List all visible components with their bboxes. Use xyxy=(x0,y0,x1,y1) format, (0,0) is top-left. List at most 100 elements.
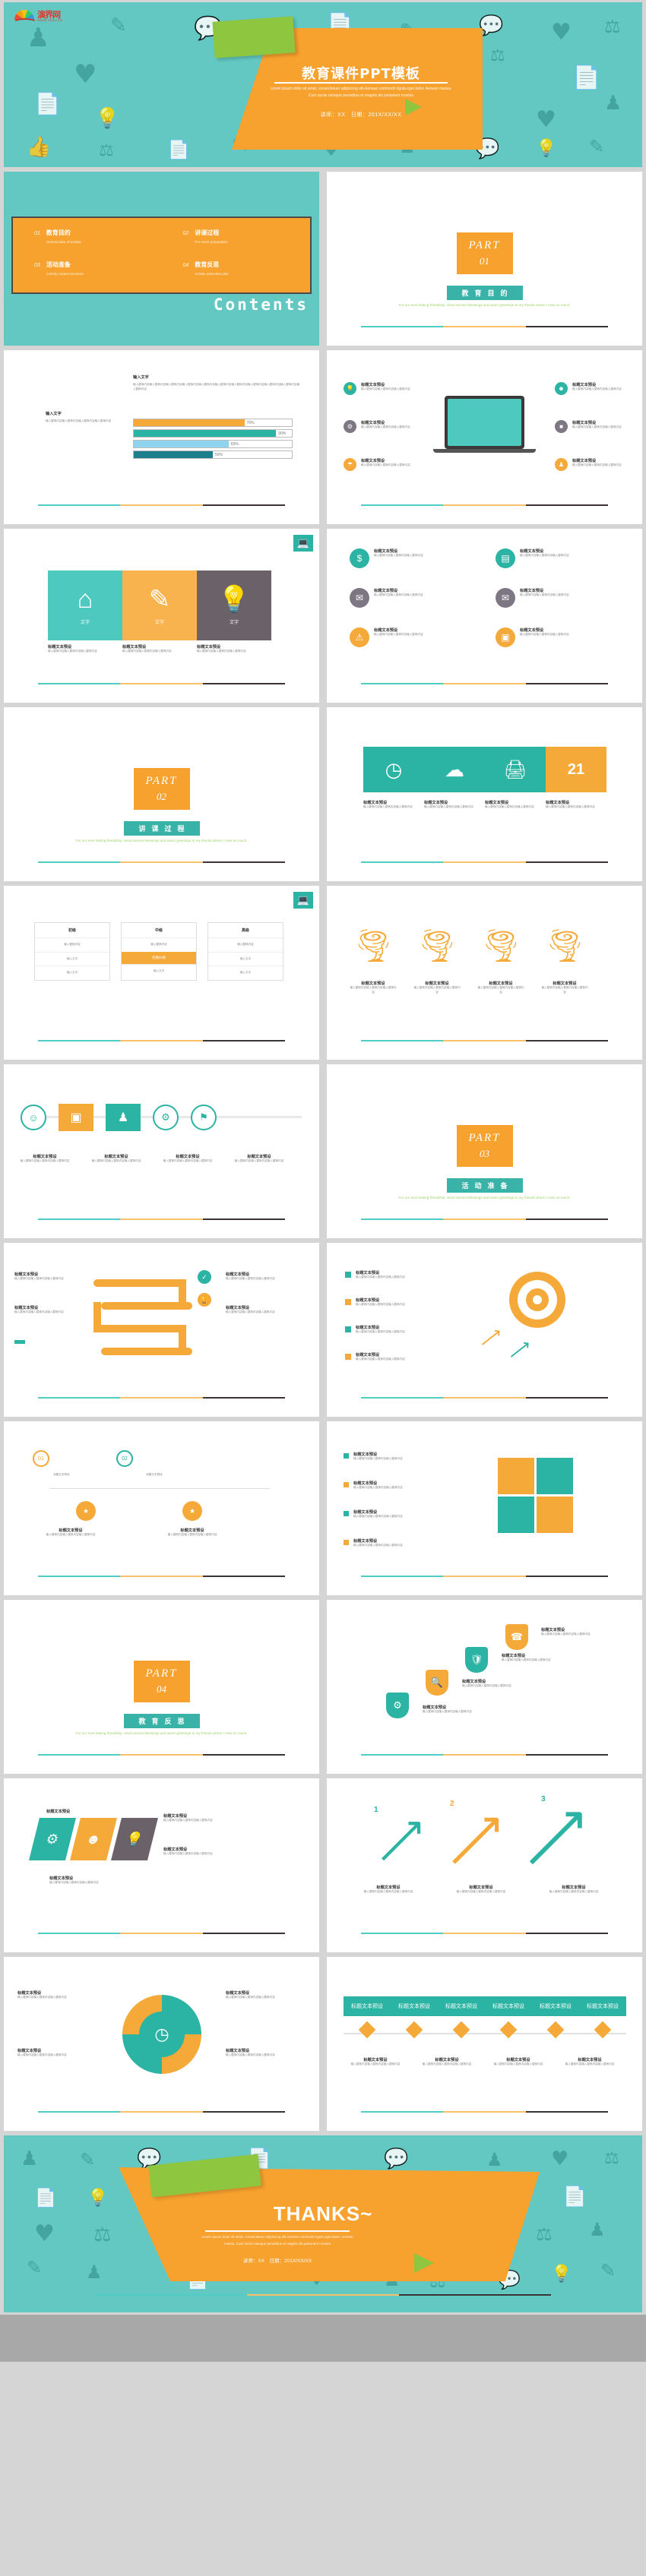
diamond-node[interactable] xyxy=(452,2021,470,2039)
pricing-column[interactable]: 中级 输入替换内容 优惠价格 输入文字 xyxy=(121,922,197,981)
arrow-up-icon-3[interactable]: ⟶ xyxy=(506,1788,604,1886)
diamond-node[interactable] xyxy=(594,2021,612,2039)
slide-pricing-table[interactable]: 💻 初级 输入替换内容 输入文字 输入文字 中级 输入替换内容 优惠价格 输入文… xyxy=(4,886,319,1060)
pricing-column[interactable]: 初级 输入替换内容 输入文字 输入文字 xyxy=(34,922,110,981)
process-node-1[interactable]: ☺ xyxy=(21,1105,46,1130)
slide-arrows[interactable]: ⟶ ⟶ ⟶ 1 2 3 标题文本预设 输入替换内容输入替换内容输入替换内容 标题… xyxy=(327,1778,642,1952)
printer-icon[interactable]: 🖨 xyxy=(485,747,546,792)
slide-ribbon[interactable]: 标题文本预设 标题文本预设 标题文本预设 标题文本预设 标题文本预设 标题文本预… xyxy=(327,1957,642,2131)
slide-roadmap[interactable]: ✓ 🏆 标题文本预设 输入替换内容输入替换内容输入替换内容 标题文本预设 输入替… xyxy=(4,1243,319,1417)
ribbon-caption-4: 标题文本预设 输入替换内容输入替换内容输入替换内容 xyxy=(558,2057,622,2067)
arrow-up-icon-1[interactable]: ⟶ xyxy=(365,1804,437,1876)
target-item-2[interactable]: 标题文本预设 输入替换内容输入替换内容输入替换内容 xyxy=(345,1297,429,1307)
slide-timeline[interactable]: 01 02 ★ ★ 标题文本预设 标题文本预设 标题文本预设 输入替换内容输入替… xyxy=(4,1421,319,1595)
phone-icon[interactable]: ☎ xyxy=(505,1624,528,1650)
grid-item-2[interactable]: ▤ 标题文本预设 输入替换内容输入替换内容输入替换内容 xyxy=(496,548,632,568)
diamond-node[interactable] xyxy=(405,2021,423,2039)
slide-contents[interactable]: 01 教育目的 General idea of activity 02 讲课过程… xyxy=(4,172,319,346)
slide-part-04[interactable]: PART 04 教育反思 For our ever-lasting friend… xyxy=(4,1600,319,1774)
puzzle-item-3[interactable]: 标题文本预设 输入替换内容输入替换内容输入替换内容 xyxy=(344,1509,450,1519)
slide-part-01[interactable]: PART 01 教育目的 For our ever-lasting friend… xyxy=(327,172,642,346)
laptop-item-4[interactable]: ☻ 标题文本预设 输入替换内容输入替换内容输入替换内容 xyxy=(555,382,627,395)
diamond-node[interactable] xyxy=(499,2021,518,2039)
laptop-item-1[interactable]: 💡 标题文本预设 输入替换内容输入替换内容输入替换内容 xyxy=(344,382,416,395)
slide-part-03[interactable]: PART 03 活动准备 For our ever-lasting friend… xyxy=(327,1064,642,1238)
timeline-node-02[interactable]: 02 xyxy=(116,1450,133,1467)
slide-donut[interactable]: ◷ 标题文本预设 输入替换内容输入替换内容输入替换内容 标题文本预设 输入替换内… xyxy=(4,1957,319,2131)
laptop-item-5[interactable]: ■ 标题文本预设 输入替换内容输入替换内容输入替换内容 xyxy=(555,420,627,433)
contents-item-01[interactable]: 01 教育目的 General idea of activity xyxy=(13,229,162,261)
slide-tool-row[interactable]: ◷ ☁ 🖨 21 标题文本预设 输入替换内容输入替换内容输入替换内容 标题文本预… xyxy=(327,707,642,881)
slide-target[interactable]: ⟶ ⟶ 标题文本预设 输入替换内容输入替换内容输入替换内容 标题文本预设 输入替… xyxy=(327,1243,642,1417)
puzzle-piece[interactable] xyxy=(498,1497,534,1533)
slide-snails[interactable]: 🌪 🌪 🌪 🌪 标题文本预设 输入替换内容输入替换内容输入替换内容 标题文本预设… xyxy=(327,886,642,1060)
grid-item-5[interactable]: ⚠ 标题文本预设 输入替换内容输入替换内容输入替换内容 xyxy=(350,627,486,647)
bulb-icon[interactable]: 💡 xyxy=(111,1818,158,1860)
slide-cover[interactable]: ♟ ✎ 💬 ⚖ 📄 ✎ 💬 ♥ ⚖ ♥ 📄 💡 📄 ♥ ♟ 👍 ⚖ 📄 ✎ ♥ … xyxy=(4,2,642,167)
snail-icon[interactable]: 🌪 xyxy=(541,928,588,969)
slide-shields[interactable]: ☎ 🛡 🔍 ⚙ 标题文本预设 输入替换内容输入替换内容输入替换内容 标题文本预设… xyxy=(327,1600,642,1774)
laptop-item-2[interactable]: ⚙ 标题文本预设 输入替换内容输入替换内容输入替换内容 xyxy=(344,420,416,433)
grid-item-3[interactable]: ✉ 标题文本预设 输入替换内容输入替换内容输入替换内容 xyxy=(350,588,486,608)
clock-icon[interactable]: ◷ xyxy=(363,747,424,792)
grid-item-4[interactable]: ✉ 标题文本预设 输入替换内容输入替换内容输入替换内容 xyxy=(496,588,632,608)
puzzle-piece[interactable] xyxy=(537,1497,573,1533)
shield-icon[interactable]: 🛡 xyxy=(465,1647,488,1673)
slide-process-chain[interactable]: ☺ ▣ ♟ ⚙ ⚑ 标题文本预设 输入替换内容输入替换内容输入替换内容 标题文本… xyxy=(4,1064,319,1238)
laptop-item-3[interactable]: ☂ 标题文本预设 输入替换内容输入替换内容输入替换内容 xyxy=(344,458,416,471)
snail-icon[interactable]: 🌪 xyxy=(477,928,524,969)
process-node-4[interactable]: ⚙ xyxy=(153,1105,179,1130)
caption-title: 标题文本预设 xyxy=(33,1155,57,1159)
trophy-icon[interactable]: 🏆 xyxy=(198,1293,211,1307)
part-badge: PART 01 xyxy=(456,232,513,274)
slide-progress-bars[interactable]: 输入文字 输入替换内容输入替换内容输入替换内容输入替换内容输入替换内容输入替换内… xyxy=(4,350,319,524)
timeline-node-03[interactable]: ★ xyxy=(76,1501,96,1521)
puzzle-item-4[interactable]: 标题文本预设 输入替换内容输入替换内容输入替换内容 xyxy=(344,1538,450,1548)
grid-item-1[interactable]: $ 标题文本预设 输入替换内容输入替换内容输入替换内容 xyxy=(350,548,486,568)
tile-home[interactable]: ⌂ 文字 xyxy=(48,571,122,640)
slide-icon-grid[interactable]: $ 标题文本预设 输入替换内容输入替换内容输入替换内容 ▤ 标题文本预设 输入替… xyxy=(327,529,642,703)
calendar-icon[interactable]: 21 xyxy=(546,747,606,792)
process-node-2[interactable]: ▣ xyxy=(59,1104,93,1131)
target-icon[interactable] xyxy=(509,1272,565,1328)
laptop-item-6[interactable]: ♟ 标题文本预设 输入替换内容输入替换内容输入替换内容 xyxy=(555,458,627,471)
check-icon[interactable]: ✓ xyxy=(198,1270,211,1284)
contents-item-04[interactable]: 04 教育反思 Activity execution plan xyxy=(162,261,311,292)
slide-thanks[interactable]: ♟ ✎ 💬 📄 💬 ♥ ⚖ ♟ 📄 💡 ♥ ⚖ 📄 ⚖ ♟ ✎ ♟ 📄 ♥ ♟ … xyxy=(4,2135,642,2312)
gear-icon[interactable]: ⚙ xyxy=(386,1693,409,1718)
slide-parallelogram[interactable]: ⚙ ☻ 💡 标题文本预设 标题文本预设 输入替换内容输入替换内容输入替换内容 标… xyxy=(4,1778,319,1952)
target-item-3[interactable]: 标题文本预设 输入替换内容输入替换内容输入替换内容 xyxy=(345,1325,429,1335)
puzzle-piece[interactable] xyxy=(498,1458,534,1494)
tile-pencil[interactable]: ✎ 文字 xyxy=(122,571,197,640)
grid-item-6[interactable]: ▣ 标题文本预设 输入替换内容输入替换内容输入替换内容 xyxy=(496,627,632,647)
puzzle-item-1[interactable]: 标题文本预设 输入替换内容输入替换内容输入替换内容 xyxy=(344,1452,450,1462)
snail-icon[interactable]: 🌪 xyxy=(350,928,397,969)
tile-bulb[interactable]: 💡 文字 xyxy=(197,571,271,640)
puzzle-item-2[interactable]: 标题文本预设 输入替换内容输入替换内容输入替换内容 xyxy=(344,1481,450,1490)
diamond-node[interactable] xyxy=(358,2021,376,2039)
puzzle-piece[interactable] xyxy=(537,1458,573,1494)
donut-chart[interactable]: ◷ xyxy=(122,1995,201,2074)
snail-icon[interactable]: 🌪 xyxy=(413,928,461,969)
contents-item-02[interactable]: 02 讲课过程 Pre event preparation xyxy=(162,229,311,261)
timeline-node-04[interactable]: ★ xyxy=(182,1501,202,1521)
pricing-column[interactable]: 高级 输入替换内容 输入文字 输入文字 xyxy=(207,922,283,981)
slide-laptop-icons[interactable]: 💡 标题文本预设 输入替换内容输入替换内容输入替换内容 ⚙ 标题文本预设 输入替… xyxy=(327,350,642,524)
cloud-icon[interactable]: ☁ xyxy=(424,747,485,792)
arrow-up-icon-2[interactable]: ⟶ xyxy=(431,1796,518,1882)
users-icon[interactable]: ☻ xyxy=(70,1818,117,1860)
bullet-icon xyxy=(345,1272,351,1278)
contents-item-03[interactable]: 03 活动准备 Activity content structure xyxy=(13,261,162,292)
timeline-node-01[interactable]: 01 xyxy=(33,1450,49,1467)
slide-three-tiles[interactable]: 💻 ⌂ 文字 ✎ 文字 💡 文字 标题文本预设 输入替换内容输入替换内容输入替换… xyxy=(4,529,319,703)
diamond-node[interactable] xyxy=(546,2021,565,2039)
target-item-4[interactable]: 标题文本预设 输入替换内容输入替换内容输入替换内容 xyxy=(345,1352,429,1362)
parallelogram-group: ⚙ ☻ 💡 xyxy=(29,1818,158,1860)
search-icon[interactable]: 🔍 xyxy=(426,1670,448,1696)
gear-icon[interactable]: ⚙ xyxy=(29,1818,76,1860)
process-node-5[interactable]: ⚑ xyxy=(191,1105,217,1130)
slide-puzzle[interactable]: 标题文本预设 输入替换内容输入替换内容输入替换内容 标题文本预设 输入替换内容输… xyxy=(327,1421,642,1595)
process-node-3[interactable]: ♟ xyxy=(106,1104,141,1131)
slide-part-02[interactable]: PART 02 讲课过程 For our ever-lasting friend… xyxy=(4,707,319,881)
target-item-1[interactable]: 标题文本预设 输入替换内容输入替换内容输入替换内容 xyxy=(345,1270,429,1280)
